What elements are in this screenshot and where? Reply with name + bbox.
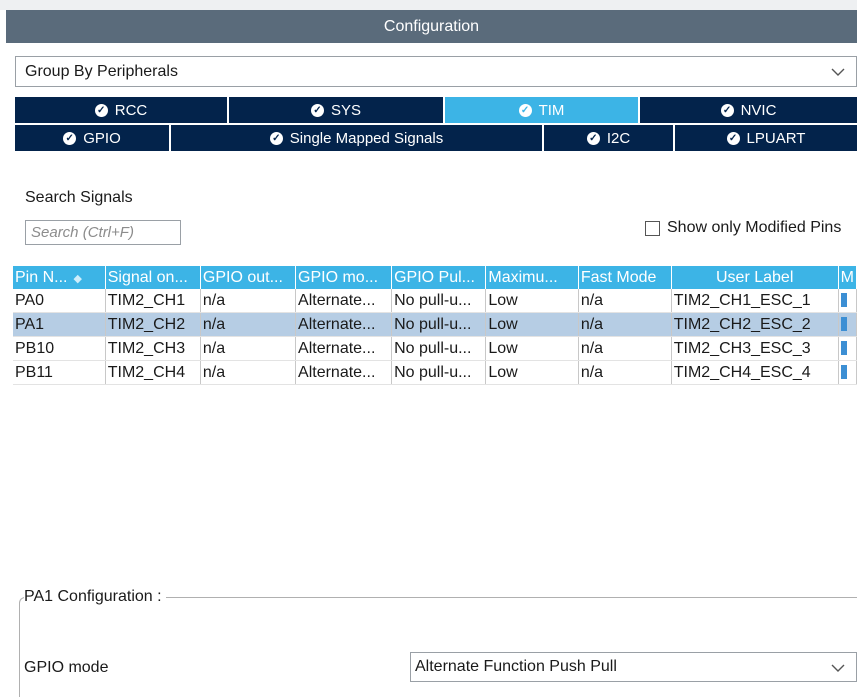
cell-gpio-mode: Alternate... [295,360,393,385]
tab-i2c[interactable]: ✓ I2C [544,123,675,151]
cell-signal: TIM2_CH2 [105,312,201,337]
cell-user-label: TIM2_CH3_ESC_3 [671,336,839,361]
gpio-mode-select[interactable]: Alternate Function Push Pull [410,652,857,682]
cell-user-label: TIM2_CH4_ESC_4 [671,360,839,385]
cell-signal: TIM2_CH4 [105,360,201,385]
group-by-value: Group By Peripherals [25,62,178,80]
table-row[interactable]: PB10 TIM2_CH3 n/a Alternate... No pull-u… [13,336,857,361]
table-header-row: Pin N... ◆ Signal on... GPIO out... GPIO … [13,266,857,289]
cell-signal: TIM2_CH3 [105,336,201,361]
tab-gpio[interactable]: ✓ GPIO [15,123,171,151]
check-circle-icon: ✓ [310,103,324,117]
table-row[interactable]: PB11 TIM2_CH4 n/a Alternate... No pull-u… [13,360,857,385]
cell-maximum: Low [485,336,579,361]
tab-single-mapped-signals[interactable]: ✓ Single Mapped Signals [171,123,544,151]
cell-modified[interactable] [838,336,857,361]
cell-gpio-pull: No pull-u... [391,336,487,361]
tab-label: LPUART [746,129,806,147]
gpio-mode-value: Alternate Function Push Pull [415,658,617,675]
cell-maximum: Low [485,289,579,313]
tab-label: TIM [538,101,565,119]
cell-gpio-pull: No pull-u... [391,289,487,313]
checkbox-box[interactable] [645,220,660,236]
table-row[interactable]: PA0 TIM2_CH1 n/a Alternate... No pull-u.… [13,289,857,313]
cell-gpio-mode: Alternate... [295,336,393,361]
cell-modified[interactable] [838,360,857,385]
col-header-fast-mode[interactable]: Fast Mode [578,266,672,289]
tab-label: SYS [330,101,361,119]
cell-user-label: TIM2_CH2_ESC_2 [671,312,839,337]
cell-gpio-pull: No pull-u... [391,312,487,337]
search-signals-label: Search Signals [25,189,133,206]
col-header-user-label[interactable]: User Label [671,266,839,289]
show-modified-label: Show only Modified Pins [667,219,842,236]
check-circle-icon: ✓ [518,103,532,117]
modified-checkbox[interactable] [840,317,847,332]
check-circle-icon: ✓ [720,103,734,117]
tab-label: RCC [114,101,148,119]
cell-signal: TIM2_CH1 [105,289,201,313]
modified-checkbox[interactable] [840,341,847,356]
cell-pin: PB11 [13,360,106,385]
col-header-maximum[interactable]: Maximu... [485,266,579,289]
gpio-mode-label: GPIO mode [24,659,109,676]
sort-icon: ◆ [73,272,82,285]
table-row[interactable]: PA1 TIM2_CH2 n/a Alternate... No pull-u.… [13,312,857,337]
col-header-gpio-output[interactable]: GPIO out... [200,266,297,289]
cell-fast-mode: n/a [578,360,672,385]
tab-row-2: ✓ GPIO ✓ Single Mapped Signals ✓ I2C ✓ L… [15,123,857,151]
search-input[interactable]: Search (Ctrl+F) [25,220,181,245]
col-header-gpio-pull[interactable]: GPIO Pul... [391,266,487,289]
peripheral-tabs: ✓ RCC ✓ SYS ✓ TIM ✓ NVIC ✓ GPIO ✓ Single… [15,97,857,151]
cell-maximum: Low [485,360,579,385]
check-circle-icon: ✓ [94,103,108,117]
cell-gpio-output: n/a [200,336,297,361]
show-modified-pins-checkbox[interactable]: Show only Modified Pins [645,219,841,237]
tab-rcc[interactable]: ✓ RCC [15,97,229,123]
tab-label: NVIC [740,101,777,119]
cell-maximum: Low [485,312,579,337]
cell-gpio-mode: Alternate... [295,289,393,313]
modified-checkbox[interactable] [840,293,847,308]
tab-lpuart[interactable]: ✓ LPUART [675,123,857,151]
panel-title: Configuration [6,10,857,43]
pin-signal-table: Pin N... ◆ Signal on... GPIO out... GPIO … [13,266,857,385]
col-header-pin-name[interactable]: Pin N... ◆ [13,266,106,289]
col-header-gpio-mode[interactable]: GPIO mo... [295,266,393,289]
tab-row-1: ✓ RCC ✓ SYS ✓ TIM ✓ NVIC [15,97,857,123]
modified-checkbox[interactable] [840,365,847,380]
check-circle-icon: ✓ [63,131,77,145]
cell-user-label: TIM2_CH1_ESC_1 [671,289,839,313]
col-header-signal[interactable]: Signal on... [105,266,201,289]
tab-label: GPIO [83,129,121,147]
cell-fast-mode: n/a [578,312,672,337]
tab-sys[interactable]: ✓ SYS [229,97,445,123]
check-circle-icon: ✓ [586,131,600,145]
pin-configuration-group [19,597,857,697]
tab-nvic[interactable]: ✓ NVIC [640,97,857,123]
col-header-modified[interactable]: M [838,266,857,289]
cell-gpio-output: n/a [200,312,297,337]
top-strip [0,0,857,10]
cell-gpio-output: n/a [200,289,297,313]
cell-modified[interactable] [838,312,857,337]
pin-configuration-title: PA1 Configuration : [24,588,166,606]
cell-modified[interactable] [838,289,857,313]
tab-label: Single Mapped Signals [289,129,444,147]
cell-fast-mode: n/a [578,336,672,361]
cell-gpio-output: n/a [200,360,297,385]
tab-tim[interactable]: ✓ TIM [445,97,640,123]
chevron-down-icon [831,68,845,76]
cell-pin: PA0 [13,289,106,313]
group-by-select[interactable]: Group By Peripherals [15,56,857,87]
check-circle-icon: ✓ [726,131,740,145]
cell-pin: PA1 [13,312,106,337]
cell-fast-mode: n/a [578,289,672,313]
chevron-down-icon [831,664,845,672]
cell-gpio-pull: No pull-u... [391,360,487,385]
cell-gpio-mode: Alternate... [295,312,393,337]
tab-label: I2C [606,129,631,147]
cell-pin: PB10 [13,336,106,361]
check-circle-icon: ✓ [269,131,283,145]
